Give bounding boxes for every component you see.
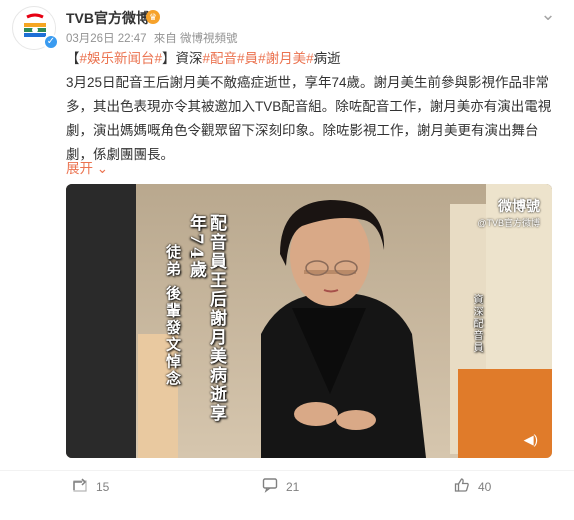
- like-count: 40: [478, 480, 492, 495]
- vip-badge-icon[interactable]: ♛: [146, 10, 160, 24]
- video-caption-sub: 徒弟 後輩發文悼念: [164, 244, 182, 388]
- action-bar: 15 21 40: [0, 470, 574, 501]
- expand-link[interactable]: 展开 ⌄: [66, 157, 108, 177]
- like-button[interactable]: 40: [454, 477, 491, 497]
- post-date[interactable]: 03月26日 22:47: [66, 33, 147, 45]
- hashtag-dubbing[interactable]: #配音: [203, 51, 238, 66]
- volume-icon[interactable]: ◀): [524, 432, 538, 448]
- repost-count: 15: [96, 480, 110, 495]
- hashtag-member[interactable]: #員: [237, 51, 258, 66]
- post-body: 3月25日配音王后謝月美不敵癌症逝世，享年74歲。謝月美生前參與影視作品非常多，…: [66, 75, 552, 162]
- headline-bracket-open: 【: [66, 51, 80, 66]
- repost-button[interactable]: 15: [72, 477, 109, 497]
- post-source: 來自 微博視頻號: [153, 33, 238, 45]
- comment-button[interactable]: 21: [262, 477, 299, 497]
- post-headline: 【#娛乐新闻台#】資深#配音#員#謝月美#病逝: [66, 47, 556, 71]
- hashtag-tse-yuet-mei[interactable]: #謝月美: [258, 51, 306, 66]
- post-meta: 03月26日 22:47 來自 微博視頻號: [66, 30, 241, 46]
- video-caption-name: 資深配音員: [471, 294, 482, 354]
- video-caption-main: 配音員王后謝月美病逝享年74歲: [186, 214, 226, 423]
- weibo-watermark-logo: 微博號: [498, 198, 540, 214]
- headline-seg: 】資深: [162, 51, 203, 66]
- hashtag-entertainment-news[interactable]: #娛乐新闻台#: [80, 51, 163, 66]
- verified-badge-icon: ✓: [43, 34, 59, 50]
- video-player[interactable]: 配音員王后謝月美病逝享年74歲 徒弟 後輩發文悼念 資深配音員 微博號 @TVB…: [66, 184, 552, 458]
- weibo-post-card: ✓ TVB官方微博 ♛ 03月26日 22:47 來自 微博視頻號 ⌄ 【#娛乐…: [0, 0, 574, 520]
- comment-icon: [262, 477, 278, 499]
- headline-end: 病逝: [313, 51, 341, 66]
- comment-count: 21: [286, 480, 300, 495]
- hashtag-end[interactable]: #: [306, 51, 314, 66]
- thumbs-up-icon: [454, 477, 470, 499]
- username[interactable]: TVB官方微博: [66, 8, 150, 28]
- post-text: 【#娛乐新闻台#】資深#配音#員#謝月美#病逝 3月25日配音王后謝月美不敵癌症…: [66, 47, 556, 167]
- repost-icon: [72, 477, 88, 499]
- more-options-icon[interactable]: ⌄: [536, 4, 560, 28]
- weibo-watermark-text: @TVB官方微博: [477, 218, 540, 228]
